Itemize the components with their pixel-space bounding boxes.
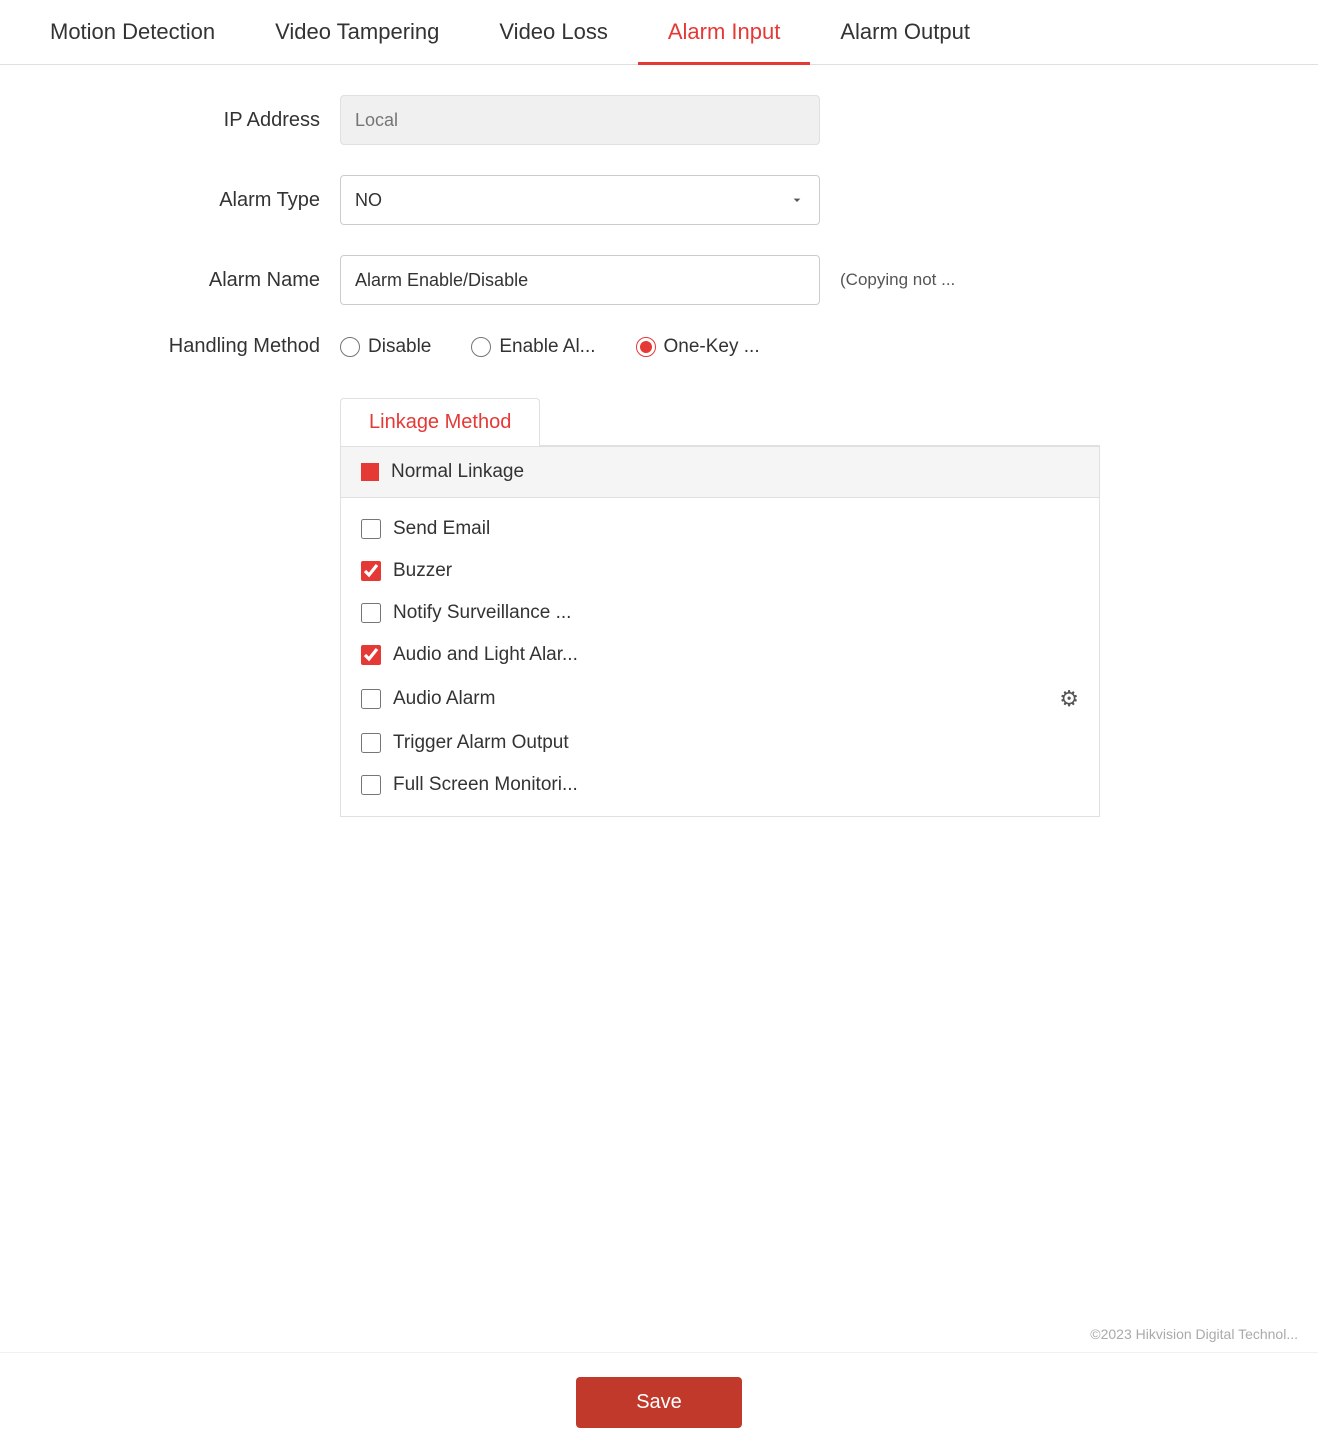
handling-method-control: Disable Enable Al... One-Key ... [340,336,760,358]
copy-note: (Copying not ... [840,270,955,290]
checkbox-item-buzzer: Buzzer [361,550,1079,592]
save-area: Save [0,1352,1318,1452]
checkbox-label-notify-surveillance: Notify Surveillance ... [393,602,1079,624]
alarm-type-select[interactable]: NONC [340,175,820,225]
alarm-name-row: Alarm Name (Copying not ... [100,255,1318,305]
normal-linkage-header: Normal Linkage [341,447,1099,498]
alarm-name-input[interactable] [340,255,820,305]
checkbox-list: Send Email Buzzer Notify Surveillance ... A… [341,498,1099,816]
checkbox-audio-light-alarm[interactable] [361,645,381,665]
linkage-body: Normal Linkage Send Email Buzzer Notify Su… [340,447,1100,817]
checkbox-item-trigger-alarm-output: Trigger Alarm Output [361,722,1079,764]
save-button[interactable]: Save [576,1377,742,1428]
alarm-type-label: Alarm Type [100,189,340,212]
tab-video-loss[interactable]: Video Loss [469,0,637,65]
linkage-method-tab[interactable]: Linkage Method [340,398,540,446]
linkage-tab-bar: Linkage Method [340,398,1100,447]
alarm-type-control: NONC [340,175,820,225]
handling-method-label: Handling Method [100,335,340,358]
alarm-name-control: (Copying not ... [340,255,955,305]
tab-bar: Motion DetectionVideo TamperingVideo Los… [0,0,1318,65]
radio-enable-al[interactable]: Enable Al... [471,336,595,358]
checkbox-label-trigger-alarm-output: Trigger Alarm Output [393,732,1079,754]
checkbox-item-audio-light-alarm: Audio and Light Alar... [361,634,1079,676]
tab-alarm-output[interactable]: Alarm Output [810,0,1000,65]
checkbox-item-full-screen-monitor: Full Screen Monitori... [361,764,1079,806]
checkbox-trigger-alarm-output[interactable] [361,733,381,753]
checkbox-label-audio-alarm: Audio Alarm [393,688,1047,710]
checkbox-label-audio-light-alarm: Audio and Light Alar... [393,644,1079,666]
linkage-method-row: Linkage Method Normal Linkage Send Email… [340,388,1318,817]
checkbox-label-full-screen-monitor: Full Screen Monitori... [393,774,1079,796]
ip-address-input[interactable] [340,95,820,145]
radio-disable[interactable]: Disable [340,336,431,358]
normal-linkage-icon [361,463,379,481]
checkbox-full-screen-monitor[interactable] [361,775,381,795]
checkbox-item-audio-alarm: Audio Alarm ⚙ [361,676,1079,722]
tab-video-tampering[interactable]: Video Tampering [245,0,469,65]
checkbox-audio-alarm[interactable] [361,689,381,709]
tab-alarm-input[interactable]: Alarm Input [638,0,811,65]
tab-motion-detection[interactable]: Motion Detection [20,0,245,65]
checkbox-send-email[interactable] [361,519,381,539]
normal-linkage-label: Normal Linkage [391,461,524,483]
radio-one-key[interactable]: One-Key ... [636,336,760,358]
linkage-panel: Linkage Method Normal Linkage Send Email… [340,398,1100,817]
alarm-name-label: Alarm Name [100,269,340,292]
checkbox-label-buzzer: Buzzer [393,560,1079,582]
checkbox-item-send-email: Send Email [361,508,1079,550]
checkbox-notify-surveillance[interactable] [361,603,381,623]
footer-copyright: ©2023 Hikvision Digital Technol... [1090,1326,1298,1342]
checkbox-buzzer[interactable] [361,561,381,581]
ip-address-control [340,95,820,145]
gear-icon-audio-alarm[interactable]: ⚙ [1059,686,1079,712]
form-area: IP Address Alarm Type NONC Alarm Name (C… [0,65,1318,877]
ip-address-row: IP Address [100,95,1318,145]
checkbox-label-send-email: Send Email [393,518,1079,540]
ip-address-label: IP Address [100,109,340,132]
handling-method-row: Handling Method Disable Enable Al... One-K… [100,335,1318,358]
alarm-type-row: Alarm Type NONC [100,175,1318,225]
checkbox-item-notify-surveillance: Notify Surveillance ... [361,592,1079,634]
